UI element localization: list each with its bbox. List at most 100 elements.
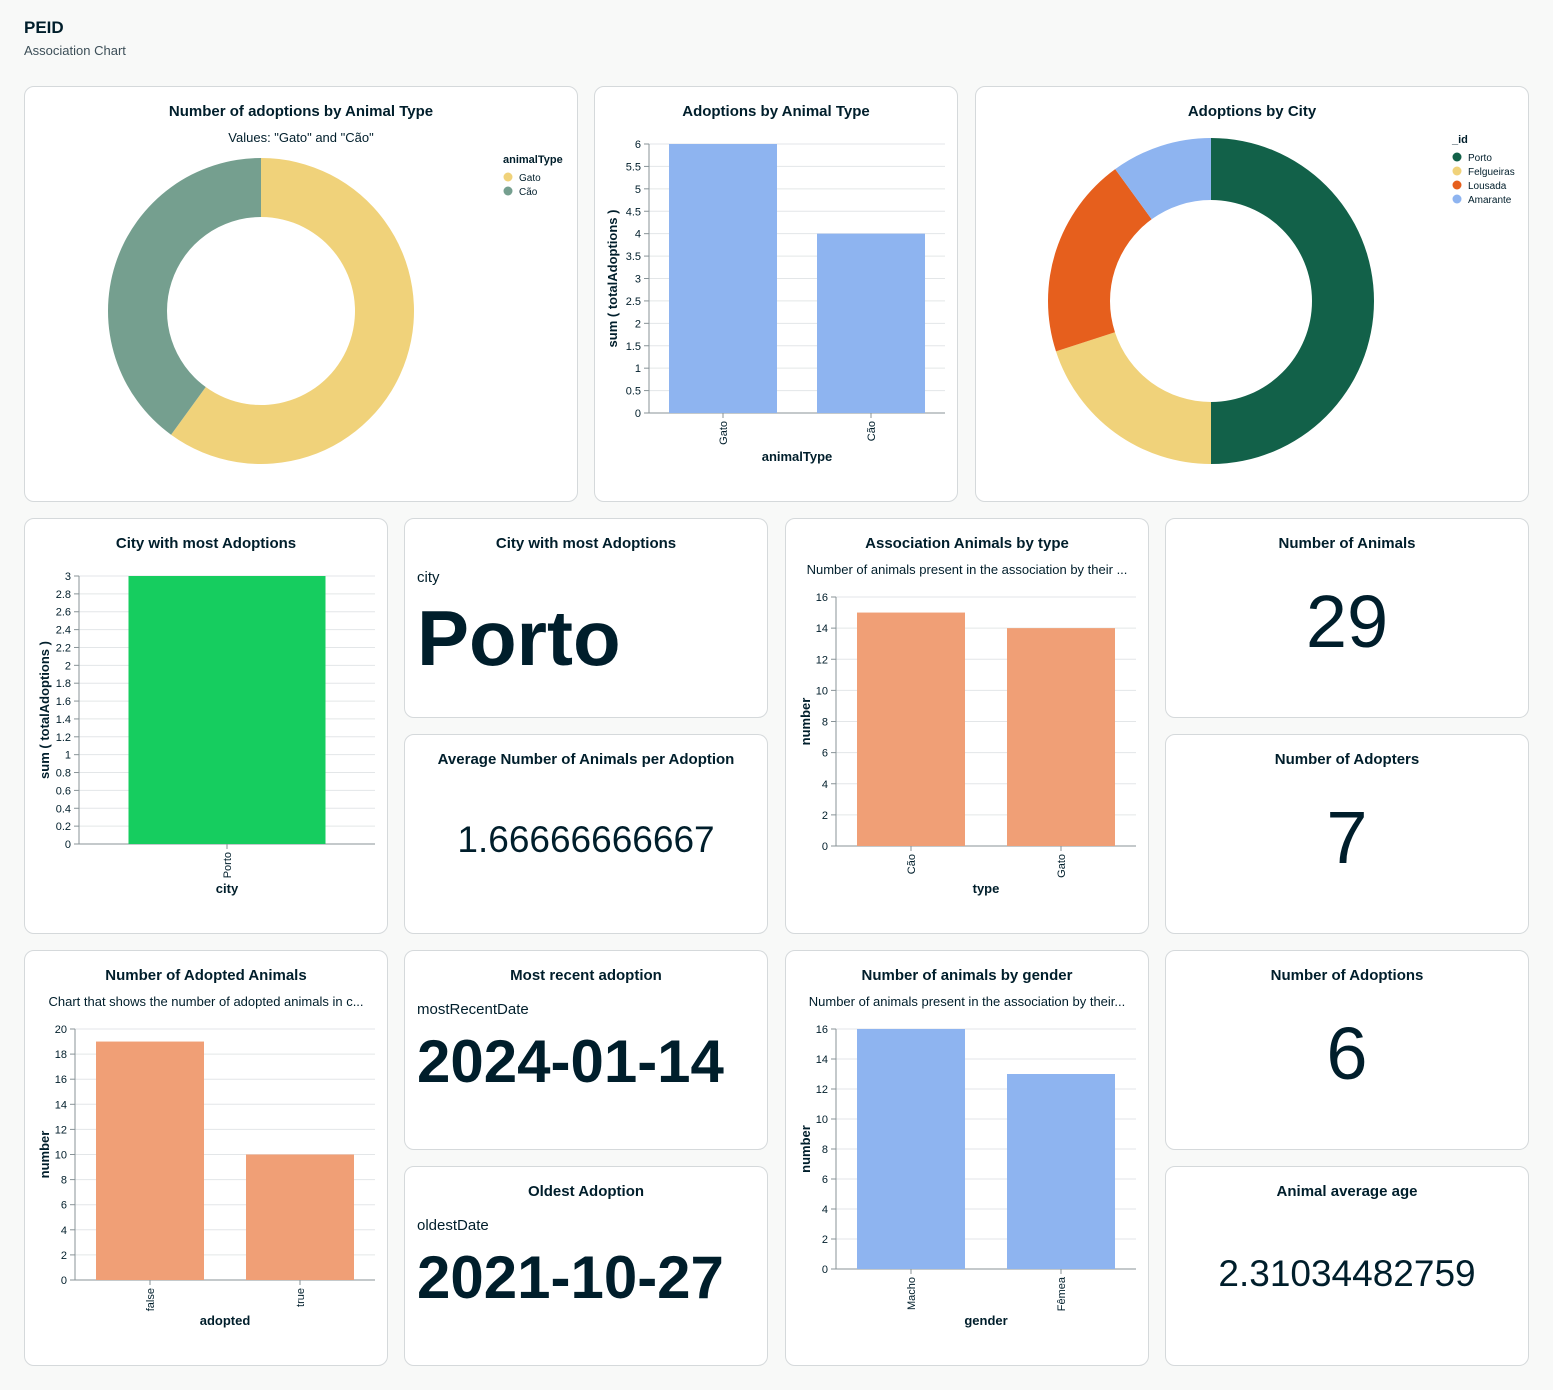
card-association-animals-by-type[interactable]: Association Animals by type Number of an… <box>785 518 1149 934</box>
y-tick-label: 1.5 <box>626 341 641 353</box>
card-title: City with most Adoptions <box>495 535 677 552</box>
kpi-value: Porto <box>417 594 621 682</box>
y-tick-label: 0 <box>635 408 641 420</box>
card-title: Oldest Adoption <box>527 1183 645 1200</box>
y-tick-label: 2.6 <box>56 607 71 619</box>
kpi-label: mostRecentDate <box>417 1001 529 1018</box>
x-axis-label: adopted <box>200 1313 251 1328</box>
card-city-most-adoptions-kpi[interactable]: City with most Adoptions city Porto <box>404 518 768 718</box>
kpi-value: 2024-01-14 <box>417 1028 724 1095</box>
y-tick-label: 10 <box>816 1114 828 1126</box>
kpi-label: city <box>417 569 440 586</box>
y-tick-label: 0 <box>822 841 828 853</box>
y-tick-label: 4 <box>61 1225 67 1237</box>
bar-cão <box>857 612 965 846</box>
x-tick-label: true <box>295 1288 307 1307</box>
number-value: 1.66666666667 <box>457 819 715 860</box>
legend-swatch <box>1452 152 1462 162</box>
legend-swatch <box>1452 180 1462 190</box>
y-tick-label: 3.5 <box>626 251 641 263</box>
bar-chart-city: 0 0.2 0.4 0.6 0.8 1 1.2 1.4 1.6 1.8 2 2.2 2.4 2.6 2.8 3… <box>37 571 375 896</box>
bar-gato <box>669 144 777 413</box>
y-axis-label: number <box>798 698 813 746</box>
x-tick-label: Macho <box>906 1277 918 1310</box>
legend-label: Lousada <box>1468 181 1507 192</box>
dashboard-title: PEID <box>24 18 64 37</box>
y-tick-label: 18 <box>55 1049 67 1061</box>
y-tick-label: 14 <box>816 623 828 635</box>
y-tick-label: 0 <box>61 1275 67 1287</box>
y-tick-label: 10 <box>55 1150 67 1162</box>
y-tick-label: 0.8 <box>56 768 71 780</box>
card-number-of-adopted-animals[interactable]: Number of Adopted Animals Chart that sho… <box>24 950 388 1366</box>
card-adoptions-by-animal-type-donut[interactable]: Number of adoptions by Animal Type Value… <box>24 86 578 502</box>
card-most-recent-adoption[interactable]: Most recent adoption mostRecentDate 2024… <box>404 950 768 1150</box>
y-tick-label: 4.5 <box>626 206 641 218</box>
y-tick-label: 3 <box>65 571 71 583</box>
y-tick-label: 0.6 <box>56 785 71 797</box>
card-title: Animal average age <box>1276 1183 1418 1200</box>
y-axis-label: sum ( totalAdoptions ) <box>37 641 52 779</box>
card-adoptions-by-animal-type-bar[interactable]: Adoptions by Animal Type 0 0.5 1 1.5 2 2.5 3 3.… <box>594 86 958 502</box>
legend-label: Porto <box>1468 153 1492 164</box>
x-axis-label: type <box>973 881 1000 896</box>
card-number-of-animals[interactable]: Number of Animals 29 <box>1165 518 1529 718</box>
y-tick-label: 1 <box>635 363 641 375</box>
legend-label: Gato <box>519 173 541 184</box>
y-tick-label: 2 <box>822 810 828 822</box>
card-average-animals-per-adoption[interactable]: Average Number of Animals per Adoption 1… <box>404 734 768 934</box>
donut-chart-animal-type: animalType Gato Cão <box>108 154 563 464</box>
bar-macho <box>857 1029 965 1269</box>
legend-swatch <box>503 172 513 182</box>
bar-false <box>96 1041 204 1280</box>
x-tick-label: false <box>145 1288 157 1311</box>
y-tick-label: 2 <box>822 1234 828 1246</box>
y-tick-label: 10 <box>816 685 828 697</box>
bar-true <box>246 1154 354 1280</box>
y-tick-label: 1.8 <box>56 678 71 690</box>
y-tick-label: 4 <box>635 229 641 241</box>
y-tick-label: 8 <box>822 1144 828 1156</box>
bar-porto <box>128 576 326 844</box>
y-tick-label: 6 <box>61 1200 67 1212</box>
card-title: Average Number of Animals per Adoption <box>437 751 735 768</box>
legend-label: Felgueiras <box>1468 167 1515 178</box>
x-tick-label: Cão <box>906 854 918 874</box>
y-tick-label: 1.6 <box>56 696 71 708</box>
x-tick-label: Gato <box>1056 854 1068 878</box>
y-tick-label: 12 <box>816 1084 828 1096</box>
y-tick-label: 5.5 <box>626 161 641 173</box>
y-tick-label: 0.5 <box>626 386 641 398</box>
legend-label: Cão <box>519 187 538 198</box>
card-city-most-adoptions-bar[interactable]: City with most Adoptions 0 0.2 0.4 0.6 0.8 1 1… <box>24 518 388 934</box>
legend-swatch <box>1452 166 1462 176</box>
card-oldest-adoption[interactable]: Oldest Adoption oldestDate 2021-10-27 <box>404 1166 768 1366</box>
x-axis-label: animalType <box>762 449 833 464</box>
number-value: 2.31034482759 <box>1218 1253 1476 1294</box>
x-tick-label: Porto <box>222 852 234 878</box>
card-number-of-adoptions[interactable]: Number of Adoptions 6 <box>1165 950 1529 1150</box>
number-value: 29 <box>1305 580 1389 663</box>
card-adoptions-by-city[interactable]: Adoptions by City _id Porto Felgueiras Lous… <box>975 86 1529 502</box>
bar-gato <box>1007 628 1115 846</box>
card-number-of-adopters[interactable]: Number of Adopters 7 <box>1165 734 1529 934</box>
y-tick-label: 8 <box>822 717 828 729</box>
y-tick-label: 16 <box>55 1074 67 1086</box>
y-tick-label: 20 <box>55 1024 67 1036</box>
donut-slice-porto <box>1211 138 1374 464</box>
donut-slice-felgueiras <box>1055 332 1211 464</box>
donut-slice-cão <box>108 158 261 435</box>
y-tick-label: 2.8 <box>56 589 71 601</box>
legend-title: animalType <box>503 154 563 166</box>
x-axis-label: city <box>216 881 239 896</box>
y-tick-label: 6 <box>822 1174 828 1186</box>
x-tick-label: Cão <box>866 421 878 441</box>
y-tick-label: 1.2 <box>56 732 71 744</box>
card-animal-average-age[interactable]: Animal average age 2.31034482759 <box>1165 1166 1529 1366</box>
y-tick-label: 2.5 <box>626 296 641 308</box>
card-title: Number of Adoptions <box>1270 967 1424 984</box>
legend-label: Amarante <box>1468 195 1512 206</box>
y-tick-label: 2.4 <box>56 625 71 637</box>
y-tick-label: 12 <box>55 1124 67 1136</box>
card-number-of-animals-by-gender[interactable]: Number of animals by gender Number of an… <box>785 950 1149 1366</box>
